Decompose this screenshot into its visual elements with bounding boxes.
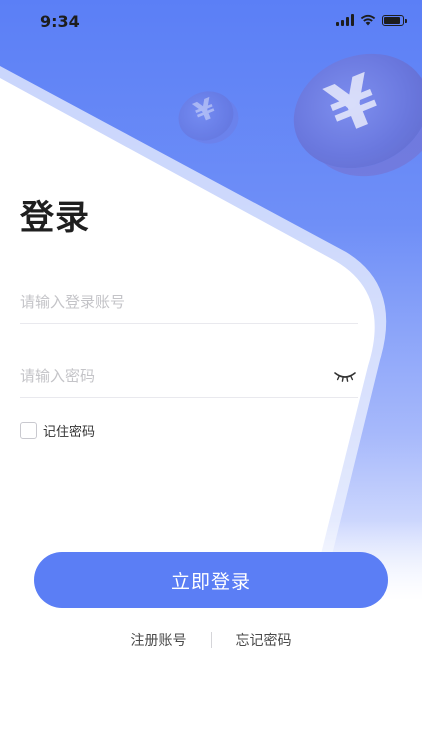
login-button[interactable]: 立即登录 bbox=[34, 552, 388, 608]
wifi-icon bbox=[360, 14, 376, 26]
account-input[interactable] bbox=[20, 283, 320, 321]
remember-password-label: 记住密码 bbox=[43, 425, 96, 440]
status-bar: 9:34 bbox=[0, 0, 422, 44]
status-icons bbox=[336, 14, 407, 26]
remember-password-checkbox[interactable] bbox=[20, 422, 37, 439]
account-field bbox=[20, 283, 358, 324]
page-title: 登录 bbox=[20, 198, 90, 238]
remember-password-option[interactable]: 记住密码 bbox=[20, 421, 95, 440]
password-field bbox=[20, 357, 358, 398]
password-input[interactable] bbox=[20, 357, 320, 395]
forgot-password-link[interactable]: 忘记密码 bbox=[236, 630, 292, 650]
register-link[interactable]: 注册账号 bbox=[131, 630, 187, 650]
signal-icon bbox=[336, 14, 354, 26]
status-time: 9:34 bbox=[40, 12, 80, 31]
battery-icon bbox=[382, 14, 407, 26]
links-divider bbox=[210, 632, 212, 648]
bottom-links: 注册账号 忘记密码 bbox=[0, 630, 422, 650]
eye-closed-icon[interactable] bbox=[334, 369, 356, 383]
